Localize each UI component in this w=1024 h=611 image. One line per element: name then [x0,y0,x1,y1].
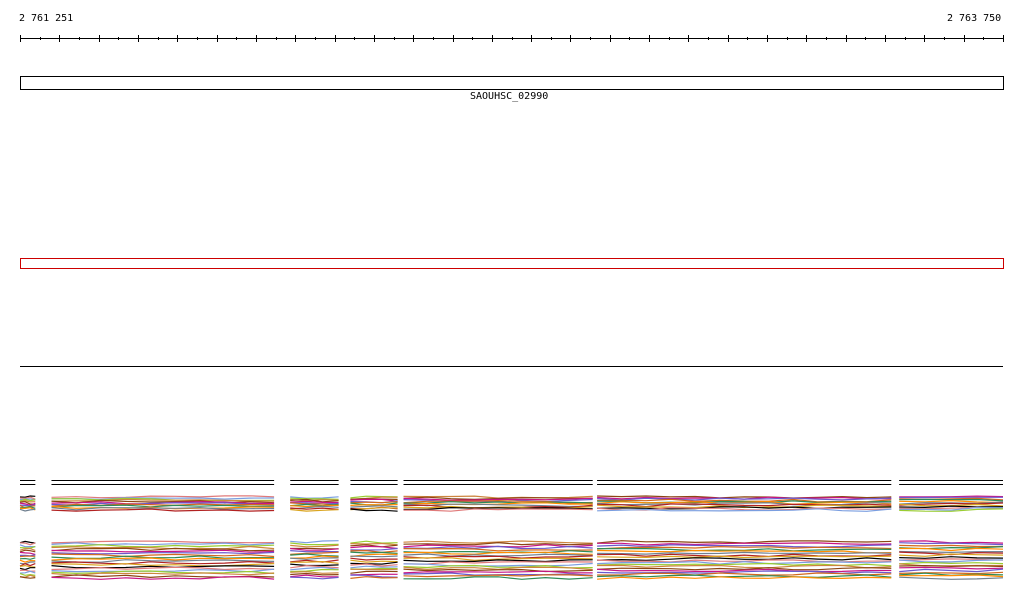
coverage-line [350,570,398,574]
genome-browser-viewer: 2 761 251 2 763 750 SAOUHSC_02990 [0,0,1024,611]
coverage-line [899,556,1004,559]
coverage-line [19,557,36,560]
track-plot [19,35,1004,580]
coverage-line [350,542,398,546]
coverage-line [19,576,36,579]
coverage-line [350,547,398,551]
coverage-line [19,508,36,512]
coverage-line [597,564,892,569]
coverage-line [19,573,36,576]
coverage-line [51,557,275,561]
coverage-line [899,574,1004,578]
coverage-line [597,574,892,578]
coverage-line [19,495,36,498]
coverage-line [597,551,892,555]
coverage-line [51,560,275,565]
coverage-line [19,564,36,568]
coverage-line [597,497,892,501]
coverage-line [19,567,36,571]
gene-feature-box [20,76,1004,90]
coverage-line [19,561,36,565]
coverage-line [51,553,275,558]
coverage-line [290,560,339,564]
coverage-tracks-upper [19,480,1004,512]
coverage-line [899,544,1003,548]
coverage-line [350,559,398,563]
coverage-line [290,540,339,544]
coverage-line [350,508,398,512]
selection-region-box [20,258,1004,269]
coverage-line [899,566,1004,570]
coverage-line [350,545,398,550]
coverage-line [350,540,398,544]
selection-track [20,258,1004,269]
coverage-line [597,557,892,561]
coverage-line [19,544,36,548]
coverage-line [350,504,398,506]
coverage-line [19,549,36,553]
coverage-line [350,505,398,508]
coverage-line [290,568,339,573]
coverage-line [403,561,593,565]
coverage-line [51,495,275,499]
coverage-line [350,565,398,569]
coverage-line [350,557,398,561]
coverage-line [290,544,339,548]
coverage-line [350,551,398,554]
coverage-line [403,559,593,563]
coverage-line [290,508,339,512]
coverage-line [899,568,1004,573]
coordinate-ruler [20,35,1004,42]
coverage-line [290,574,339,578]
coverage-tracks-lower [19,540,1004,580]
coverage-line [51,551,275,555]
coverage-line [19,542,36,546]
coverage-line [597,567,892,571]
coverage-line [403,547,593,552]
coverage-line [899,561,1004,565]
coverage-line [403,545,593,550]
coverage-line [290,557,339,560]
gene-track [20,76,1004,90]
coverage-line [290,553,339,557]
coverage-line [290,571,339,574]
coverage-line [19,551,36,555]
coverage-line [350,561,398,565]
coverage-line [350,555,398,558]
coverage-line [899,547,1004,552]
coverage-line [290,563,339,567]
coverage-line [290,572,339,576]
coverage-line [19,570,36,574]
coverage-line [403,576,593,580]
coverage-line [290,507,339,510]
coverage-line [290,497,339,500]
coverage-line [290,542,339,546]
coverage-line [19,569,36,572]
coverage-line [51,540,275,544]
coverage-line [899,576,1004,580]
coverage-line [597,542,892,546]
